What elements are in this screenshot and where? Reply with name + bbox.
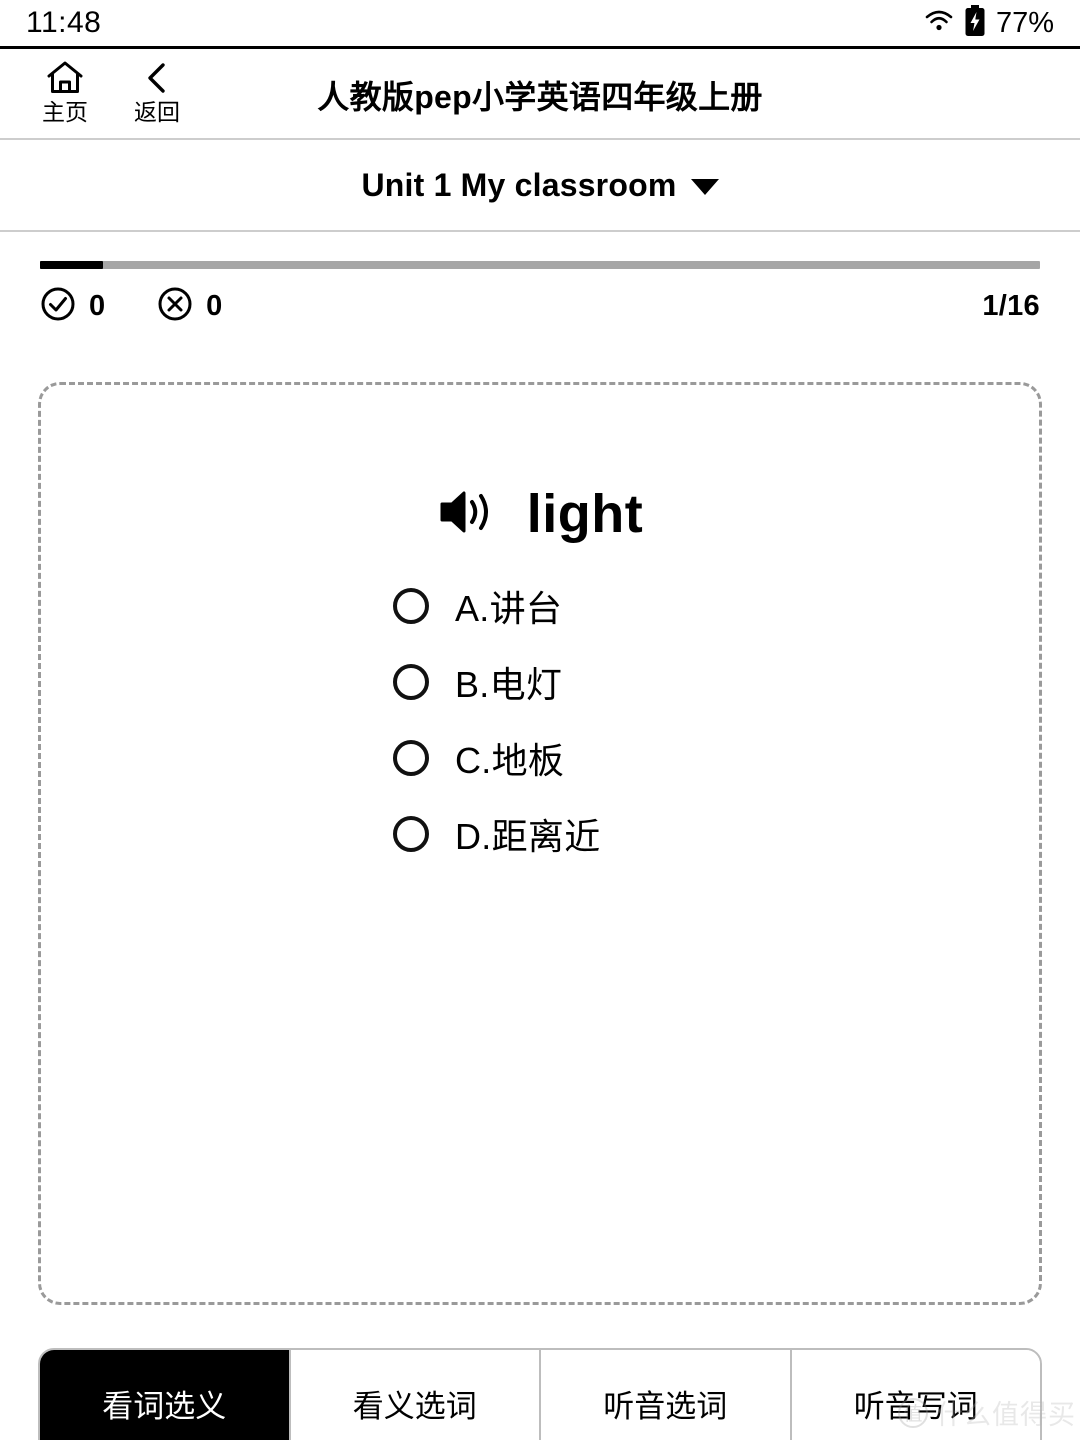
options-list: A.讲台 B.电灯 C.地板 D.距离近 [393, 581, 1013, 885]
correct-score: 0 [40, 286, 105, 327]
app-root: 11:48 77% 人教版pep小学英语四年级上册 主页 返回 Unit 1 M… [0, 0, 1080, 1440]
radio-circle-icon[interactable] [393, 740, 429, 776]
option-row[interactable]: A.讲台 [393, 581, 1013, 631]
wifi-icon [924, 9, 954, 38]
option-row[interactable]: D.距离近 [393, 809, 1013, 859]
question-card: light A.讲台 B.电灯 C.地板 D.距离近 [38, 382, 1042, 1305]
unit-label: Unit 1 My classroom [361, 166, 677, 203]
tab-1[interactable]: 看义选词 [290, 1350, 541, 1440]
battery-percent: 77% [995, 6, 1054, 39]
correct-count: 0 [89, 289, 106, 322]
radio-circle-icon[interactable] [393, 588, 429, 624]
option-row[interactable]: B.电灯 [393, 657, 1013, 707]
tab-0[interactable]: 看词选义 [40, 1350, 291, 1440]
option-label: B.电灯 [455, 664, 563, 705]
tab-2[interactable]: 听音选词 [541, 1350, 792, 1440]
word-row: light [41, 483, 1039, 545]
tab-3[interactable]: 听音写词 [791, 1350, 1040, 1440]
option-label: A.讲台 [455, 588, 563, 629]
x-circle-icon [157, 286, 193, 327]
unit-selector[interactable]: Unit 1 My classroom [0, 140, 1080, 232]
page-counter: 1/16 [982, 289, 1040, 322]
battery-charging-icon [964, 4, 986, 42]
progress-track [40, 261, 1040, 269]
option-label: D.距离近 [455, 816, 601, 857]
radio-circle-icon[interactable] [393, 816, 429, 852]
progress-fill [40, 261, 103, 269]
prompt-word: light [526, 484, 644, 544]
home-button[interactable]: 主页 [26, 59, 104, 125]
wrong-count: 0 [206, 289, 223, 322]
back-label: 返回 [134, 99, 180, 125]
back-button[interactable]: 返回 [118, 59, 196, 125]
home-label: 主页 [42, 99, 88, 125]
option-label: C.地板 [455, 740, 565, 781]
check-circle-icon [40, 286, 76, 327]
status-indicators: 77% [924, 4, 1054, 42]
radio-circle-icon[interactable] [393, 664, 429, 700]
option-row[interactable]: C.地板 [393, 733, 1013, 783]
wrong-score: 0 [157, 286, 222, 327]
status-bar: 11:48 77% [0, 0, 1080, 46]
chevron-down-icon [690, 179, 719, 195]
mode-tab-bar: 看词选义 看义选词 听音选词 听音写词 [38, 1348, 1042, 1440]
speaker-icon[interactable] [437, 486, 495, 543]
chevron-left-icon [142, 59, 172, 97]
nav-bar: 人教版pep小学英语四年级上册 主页 返回 [0, 49, 1080, 140]
score-row: 0 0 1/16 [40, 285, 1040, 327]
home-icon [45, 59, 85, 97]
status-time: 11:48 [26, 6, 102, 39]
